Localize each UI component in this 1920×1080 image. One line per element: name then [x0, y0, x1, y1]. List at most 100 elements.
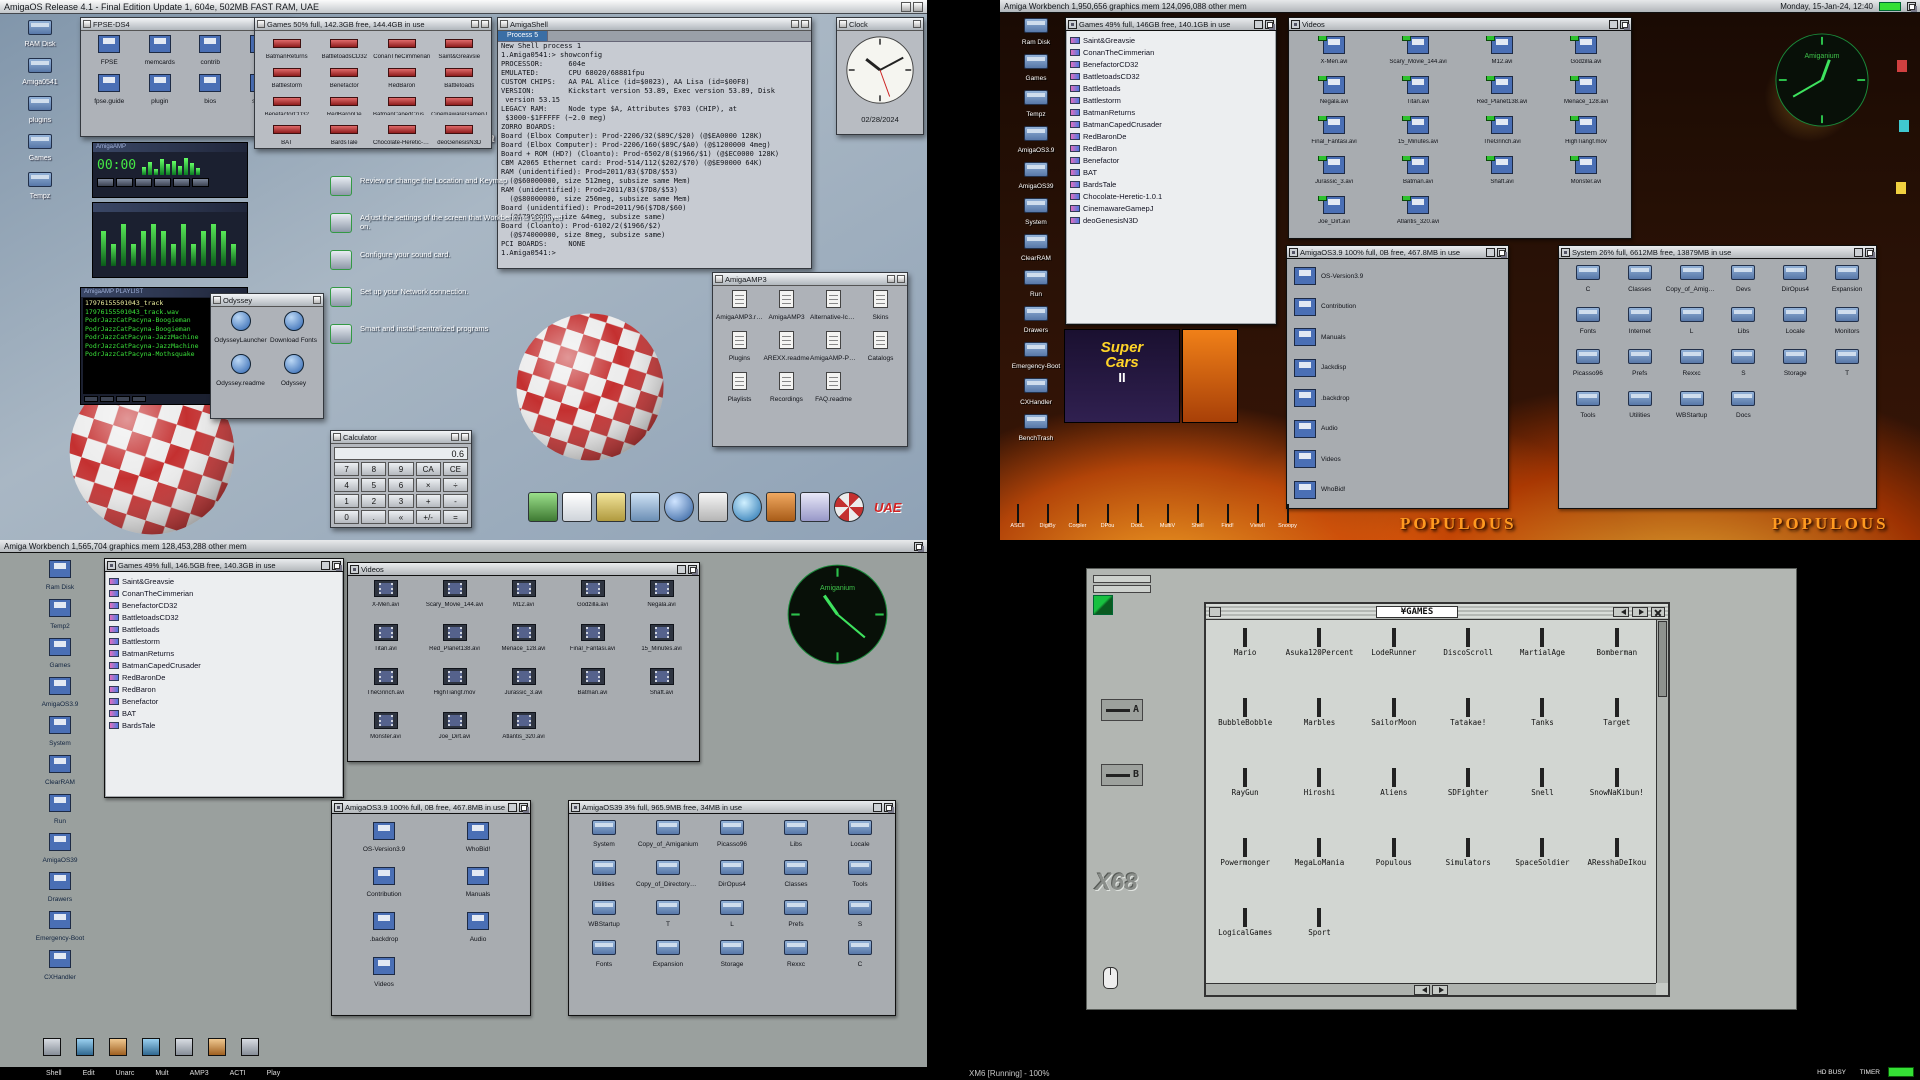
zoom-gadget[interactable] — [677, 565, 686, 574]
file-icon[interactable]: Download Fonts — [267, 311, 320, 344]
depth-gadget[interactable] — [481, 20, 489, 28]
file-icon[interactable]: Audio — [431, 912, 525, 943]
desktop-icon[interactable]: Tempz — [8, 172, 72, 200]
desktop-icon[interactable]: AmigaOS3.9 — [28, 677, 92, 708]
game-icon[interactable]: BatmanReturns — [258, 35, 316, 58]
floppy-drive[interactable]: B — [1101, 764, 1143, 786]
window-titlebar[interactable]: Games 49% full, 146.5GB free, 140.3GB in… — [105, 559, 343, 572]
setup-item[interactable]: Review or change the Location and Keymap — [330, 176, 565, 196]
desktop-icon[interactable]: plugins — [8, 96, 72, 124]
video-file-icon[interactable]: Batman.avi — [1376, 156, 1460, 196]
calculator-key[interactable]: « — [388, 510, 413, 524]
calculator-key[interactable]: . — [361, 510, 386, 524]
dock-item[interactable]: Corpler — [1064, 505, 1091, 529]
close-gadget[interactable] — [213, 296, 221, 304]
drawer-icon-item[interactable]: L — [700, 900, 764, 928]
list-item[interactable]: BardsTale — [1070, 178, 1272, 190]
game-icon[interactable]: deoGenesisN3D — [431, 121, 489, 144]
list-item[interactable]: BardsTale — [109, 719, 339, 731]
desktop-icon[interactable]: Drawers — [28, 872, 92, 903]
file-icon[interactable]: Odyssey — [267, 354, 320, 387]
window-titlebar[interactable]: AmigaOS3.9 100% full, 0B free, 467.8MB i… — [332, 801, 530, 814]
drawer-icon-item[interactable]: Copy_of_DirectoryOpus — [636, 860, 700, 888]
depth-gadget[interactable] — [801, 20, 809, 28]
dock-icon[interactable] — [630, 492, 660, 522]
file-icon[interactable]: Marbles — [1282, 698, 1356, 768]
drawer-icon-item[interactable]: Monitors — [1821, 307, 1873, 335]
list-item[interactable]: BAT — [109, 707, 339, 719]
file-icon[interactable]: FAQ.readme — [810, 372, 857, 403]
floppy-drive[interactable]: A — [1101, 699, 1143, 721]
drawer-icon-item[interactable]: Classes — [764, 860, 828, 888]
file-icon[interactable]: plugin — [135, 74, 186, 105]
scrollbar-thumb[interactable] — [1658, 621, 1667, 697]
calculator-key[interactable]: × — [416, 478, 441, 492]
file-icon[interactable]: .backdrop — [337, 912, 431, 943]
video-file-icon[interactable]: M12.avi — [1460, 36, 1544, 76]
drawer-icon-item[interactable]: WBStartup — [572, 900, 636, 928]
scroll-right-button[interactable] — [1432, 985, 1448, 995]
file-icon[interactable]: Recordings — [763, 372, 810, 403]
list-item[interactable]: RedBaronDe — [109, 671, 339, 683]
prev-button[interactable] — [97, 178, 114, 187]
video-file-icon[interactable]: Scary_Movie_144.avi — [420, 580, 489, 624]
zoom-gadget[interactable] — [1609, 20, 1618, 29]
file-icon[interactable]: Tatakae! — [1431, 698, 1505, 768]
drawer-icon-item[interactable]: Internet — [1614, 307, 1666, 335]
video-file-icon[interactable]: Titan.avi — [351, 624, 420, 668]
stop-button[interactable] — [154, 178, 171, 187]
drawer-icon-item[interactable]: DirOpus4 — [700, 860, 764, 888]
file-icon[interactable]: AmigaAMP3 — [763, 290, 810, 321]
window-titlebar[interactable]: AmigaOS3.9 100% full, 0B free, 467.8MB i… — [1287, 246, 1508, 259]
video-file-icon[interactable]: Batman.avi — [558, 668, 627, 712]
dock-icon[interactable] — [241, 1038, 259, 1056]
video-file-icon[interactable]: Atlantis_320.avi — [1376, 196, 1460, 236]
drawer-icon-item[interactable]: WBStartup — [1666, 391, 1718, 419]
video-file-icon[interactable]: HighTiangf.mov — [1544, 116, 1628, 156]
window-menu-gadget[interactable] — [1209, 607, 1221, 617]
dock-icon[interactable] — [562, 492, 592, 522]
calculator-key[interactable]: = — [443, 510, 468, 524]
dock-item-label[interactable]: Edit — [83, 1070, 95, 1077]
list-item[interactable]: Benefactor — [1070, 154, 1272, 166]
list-item[interactable]: ConanTheCimmerian — [109, 587, 339, 599]
list-item[interactable]: BattletoadsCD32 — [1070, 70, 1272, 82]
add-button[interactable] — [84, 396, 98, 402]
desktop-icon[interactable]: Run — [1004, 270, 1068, 298]
scroll-right-button[interactable] — [1632, 607, 1648, 617]
depth-gadget[interactable] — [313, 296, 321, 304]
dock-icon[interactable] — [175, 1038, 193, 1056]
file-icon[interactable]: Snell — [1505, 768, 1579, 838]
setup-item[interactable]: Set up your Network connection. — [330, 287, 565, 307]
video-file-icon[interactable]: Final_Fantasi.avi — [558, 624, 627, 668]
video-file-icon[interactable]: M12.avi — [489, 580, 558, 624]
desktop-icon[interactable]: Games — [8, 134, 72, 162]
dock-item-label[interactable]: Unarc — [116, 1070, 135, 1077]
game-icon[interactable]: Chocolate-Heretic-1.0.1 — [373, 121, 431, 144]
list-item[interactable]: BatmanCapedCrusader — [109, 659, 339, 671]
depth-gadget[interactable] — [897, 275, 905, 283]
list-item[interactable]: Chocolate-Heretic-1.0.1 — [1070, 190, 1272, 202]
list-item[interactable]: BAT — [1070, 166, 1272, 178]
setup-item[interactable]: Adjust the settings of the screen that W… — [330, 213, 565, 233]
dock-icon[interactable] — [528, 492, 558, 522]
desktop-icon[interactable]: Games — [28, 638, 92, 669]
video-file-icon[interactable]: Monster.avi — [351, 712, 420, 756]
dock-item-label[interactable]: Play — [267, 1070, 281, 1077]
dock-item-label[interactable]: AMP3 — [190, 1070, 209, 1077]
drawer-icon-item[interactable]: Utilities — [1614, 391, 1666, 419]
file-icon[interactable]: SnowNaKibun! — [1580, 768, 1654, 838]
file-icon[interactable]: Contribution — [337, 867, 431, 898]
file-icon[interactable]: Asuka120Percent — [1282, 628, 1356, 698]
desktop-icon[interactable]: Amiga0541 — [8, 58, 72, 86]
list-item[interactable]: RedBaronDe — [1070, 130, 1272, 142]
file-icon[interactable]: LodeRunner — [1357, 628, 1431, 698]
file-icon[interactable]: LogicalGames — [1208, 908, 1282, 978]
drawer-icon-item[interactable]: Prefs — [1614, 349, 1666, 377]
video-file-icon[interactable]: Titan.avi — [1376, 76, 1460, 116]
file-icon[interactable]: SpaceSoldier — [1505, 838, 1579, 908]
desktop-icon[interactable]: System — [28, 716, 92, 747]
file-icon[interactable]: fpse.guide — [84, 74, 135, 105]
video-file-icon[interactable]: Jurassic_3.avi — [1292, 156, 1376, 196]
desktop-icon[interactable]: CXHandler — [1004, 378, 1068, 406]
